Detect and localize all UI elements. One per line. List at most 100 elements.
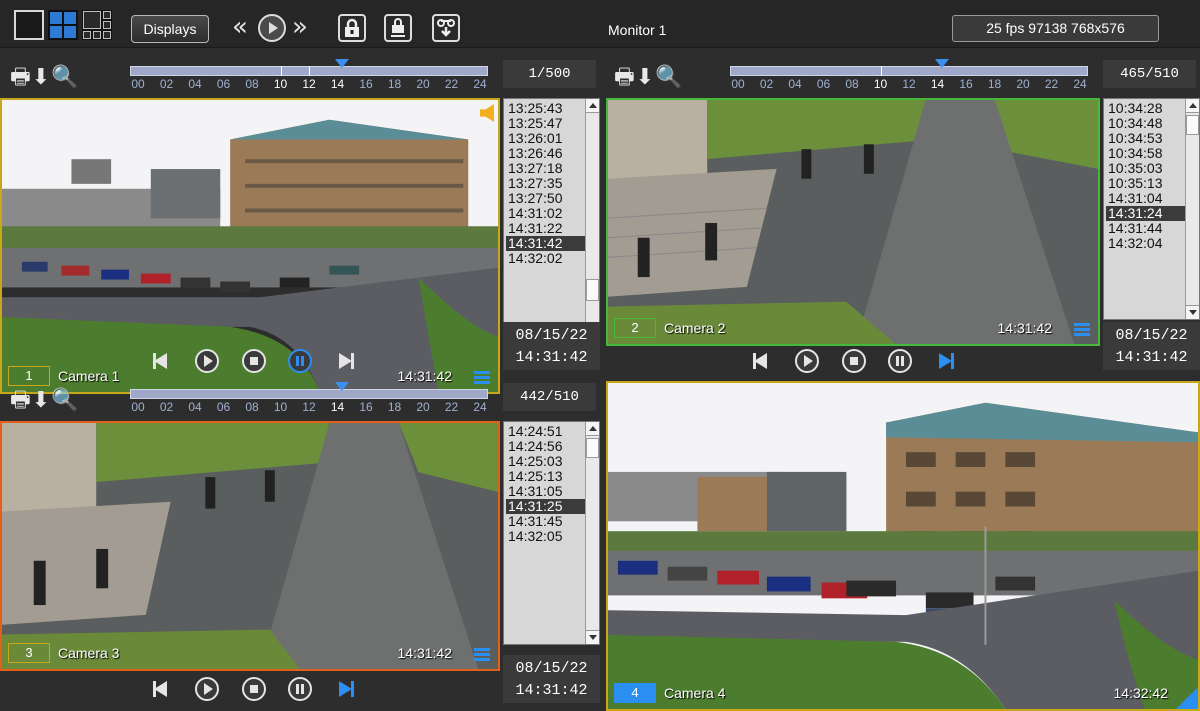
scroll-down-icon[interactable] (1186, 305, 1199, 319)
event-time-item[interactable]: 14:24:51 (506, 424, 585, 439)
scroll-up-icon[interactable] (586, 422, 599, 436)
play-all-button[interactable] (258, 14, 286, 42)
search-icon[interactable]: 🔍 (655, 65, 683, 90)
timeline[interactable]: 00 02 04 06 08 10 12 14 16 18 20 22 24 (130, 59, 488, 91)
event-time-item[interactable]: 13:25:43 (506, 101, 585, 116)
event-time-item[interactable]: 14:32:02 (506, 251, 585, 266)
event-time-item[interactable]: 10:34:28 (1106, 101, 1185, 116)
event-time-item[interactable]: 13:27:18 (506, 161, 585, 176)
scroll-thumb[interactable] (1186, 115, 1199, 135)
layout-single-button[interactable] (14, 10, 44, 40)
fast-forward-icon[interactable]: » (292, 12, 308, 42)
event-time-item[interactable]: 14:31:04 (1106, 191, 1185, 206)
event-time-item[interactable]: 13:27:50 (506, 191, 585, 206)
next-icon[interactable] (333, 349, 357, 373)
displays-button[interactable]: Displays (131, 15, 209, 43)
event-times[interactable]: 10:34:28 10:34:48 10:34:53 10:34:58 10:35:03… (1106, 101, 1185, 251)
event-times[interactable]: 14:24:51 14:24:56 14:25:03 14:25:13 14:31:05… (506, 424, 585, 544)
event-time-list[interactable]: 14:24:51 14:24:56 14:25:03 14:25:13 14:31:05… (503, 421, 600, 645)
play-icon[interactable] (795, 349, 819, 373)
menu-icon[interactable] (474, 648, 490, 662)
event-time-item[interactable]: 14:24:56 (506, 439, 585, 454)
timeline-event-marker[interactable] (880, 66, 882, 76)
scroll-thumb[interactable] (586, 438, 599, 458)
play-icon[interactable] (195, 677, 219, 701)
print-icon[interactable]: 🖶 (614, 60, 636, 98)
timeline-event-marker[interactable] (309, 66, 310, 76)
event-time-item[interactable]: 14:32:05 (506, 529, 585, 544)
event-time-item[interactable]: 10:35:13 (1106, 176, 1185, 191)
timeline-event-marker[interactable] (280, 66, 282, 76)
stop-icon[interactable] (842, 349, 866, 373)
print-icon[interactable]: 🖶 (10, 60, 32, 98)
previous-icon[interactable] (750, 349, 774, 373)
event-time-item[interactable]: 14:31:24 (1106, 206, 1185, 221)
next-icon[interactable] (333, 677, 357, 701)
play-icon[interactable] (195, 349, 219, 373)
event-time-item[interactable]: 14:31:05 (506, 484, 585, 499)
previous-icon[interactable] (150, 677, 174, 701)
scroll-up-icon[interactable] (586, 99, 599, 113)
resize-corner-icon[interactable] (1176, 687, 1198, 709)
timeline-hour-label: 02 (159, 400, 174, 414)
pause-icon[interactable] (288, 677, 312, 701)
camera-name: Camera 2 (664, 320, 726, 336)
event-time-item[interactable]: 13:25:47 (506, 116, 585, 131)
stop-icon[interactable] (242, 349, 266, 373)
video-feed[interactable]: 2 Camera 2 14:31:42 (606, 98, 1100, 346)
rewind-icon[interactable]: « (232, 12, 248, 42)
event-times[interactable]: 13:25:43 13:25:47 13:26:01 13:26:46 13:27:18… (506, 101, 585, 266)
event-time-item[interactable]: 10:34:48 (1106, 116, 1185, 131)
event-time-item[interactable]: 14:31:02 (506, 206, 585, 221)
print-icon[interactable]: 🖶 (10, 383, 32, 421)
event-time-item[interactable]: 14:25:13 (506, 469, 585, 484)
scrollbar[interactable] (585, 422, 599, 644)
event-time-item[interactable]: 14:32:04 (1106, 236, 1185, 251)
next-icon[interactable] (933, 349, 957, 373)
scroll-up-icon[interactable] (1186, 99, 1199, 113)
layout-1plus5-button[interactable] (82, 10, 112, 40)
previous-icon[interactable] (150, 349, 174, 373)
timeline-hour-label: 24 (473, 400, 487, 414)
event-time-item[interactable]: 13:26:46 (506, 146, 585, 161)
stop-icon[interactable] (242, 677, 266, 701)
timeline-position-thumb[interactable] (934, 59, 949, 68)
tool-icons: 🖶⬇🔍 (614, 60, 684, 98)
timeline-track[interactable] (730, 66, 1088, 76)
timeline[interactable]: 00 02 04 06 08 10 12 14 16 18 20 22 24 (730, 59, 1088, 91)
search-icon[interactable]: 🔍 (51, 388, 79, 413)
event-time-item[interactable]: 14:31:22 (506, 221, 585, 236)
event-time-item[interactable]: 14:31:42 (506, 236, 585, 251)
event-time-item[interactable]: 14:31:45 (506, 514, 585, 529)
event-time-item[interactable]: 14:31:25 (506, 499, 585, 514)
video-feed[interactable]: 3 Camera 3 14:31:42 (0, 421, 500, 671)
pause-icon[interactable] (888, 349, 912, 373)
event-time-list[interactable]: 10:34:28 10:34:48 10:34:53 10:34:58 10:35:03… (1103, 98, 1200, 320)
timeline-hour-label: 02 (159, 77, 174, 91)
event-time-item[interactable]: 10:34:58 (1106, 146, 1185, 161)
pause-icon[interactable] (288, 349, 312, 373)
timeline-position-thumb[interactable] (334, 382, 349, 391)
menu-icon[interactable] (1074, 323, 1090, 337)
video-feed[interactable]: 4 Camera 4 14:32:42 (606, 381, 1200, 711)
download-icon[interactable]: ⬇ (32, 388, 51, 413)
timeline-position-thumb[interactable] (334, 59, 349, 68)
event-time-item[interactable]: 14:31:44 (1106, 221, 1185, 236)
scrollbar[interactable] (1185, 99, 1199, 319)
export-lock-button[interactable] (384, 14, 412, 42)
event-time-item[interactable]: 13:26:01 (506, 131, 585, 146)
layout-2x2-button[interactable] (48, 10, 78, 40)
event-time-item[interactable]: 10:35:03 (1106, 161, 1185, 176)
download-icon[interactable]: ⬇ (636, 65, 655, 90)
scroll-down-icon[interactable] (586, 630, 599, 644)
download-icon[interactable]: ⬇ (32, 65, 51, 90)
event-time-item[interactable]: 14:25:03 (506, 454, 585, 469)
event-time-item[interactable]: 10:34:53 (1106, 131, 1185, 146)
tape-export-button[interactable] (432, 14, 460, 42)
search-icon[interactable]: 🔍 (51, 65, 79, 90)
scroll-thumb[interactable] (586, 279, 599, 301)
timeline[interactable]: 00 02 04 06 08 10 12 14 16 18 20 22 24 (130, 382, 488, 414)
lock-button[interactable] (338, 14, 366, 42)
timeline-track[interactable] (130, 389, 488, 399)
event-time-item[interactable]: 13:27:35 (506, 176, 585, 191)
